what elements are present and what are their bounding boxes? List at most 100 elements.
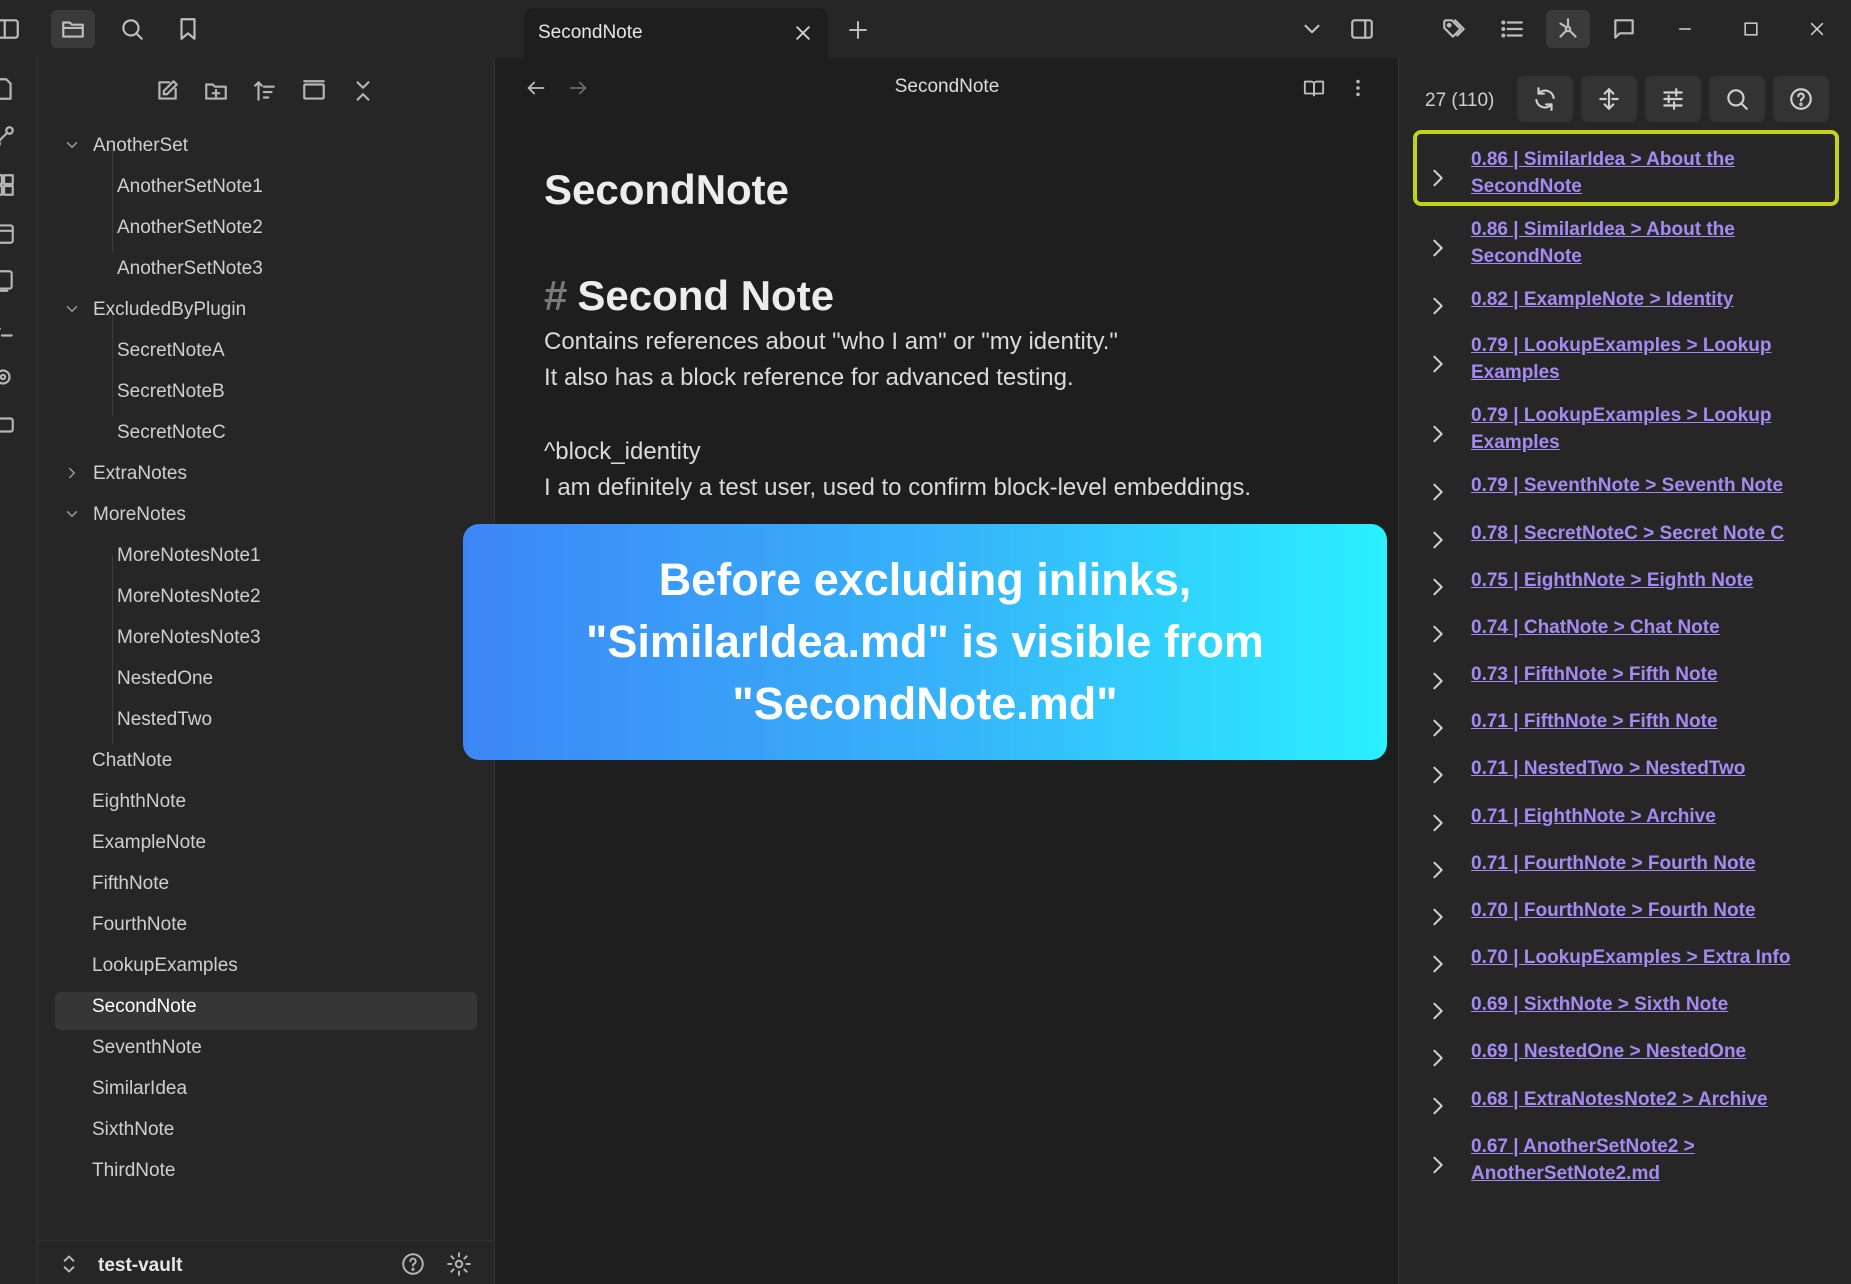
result-link[interactable]: 0.70 | FourthNote > Fourth Note (1471, 889, 1756, 924)
body-line[interactable]: I am definitely a test user, used to con… (544, 474, 1251, 502)
new-tab-icon[interactable] (842, 14, 874, 46)
chevron-down-icon[interactable] (1290, 10, 1334, 48)
tree-file[interactable]: AnotherSetNote2 (117, 210, 263, 246)
result-link[interactable]: 0.69 | NestedOne > NestedOne (1471, 1030, 1746, 1065)
tree-file[interactable]: SeventhNote (92, 1030, 202, 1066)
chevron-right-icon[interactable] (1427, 997, 1457, 1027)
result-item[interactable]: 0.71 | EighthNote > Archive (1427, 795, 1837, 839)
outline-icon[interactable] (1490, 10, 1534, 48)
panel-icon[interactable] (0, 412, 20, 442)
heading-1[interactable]: # Second Note (544, 272, 834, 320)
chevron-right-icon[interactable] (1427, 292, 1457, 322)
tree-file[interactable]: EighthNote (92, 784, 186, 820)
collapse-all-icon[interactable] (346, 74, 380, 108)
result-item[interactable]: 0.86 | SimilarIdea > About the SecondNot… (1427, 138, 1837, 200)
new-note-icon[interactable] (150, 74, 184, 108)
result-item[interactable]: 0.71 | NestedTwo > NestedTwo (1427, 747, 1837, 791)
chevron-right-icon[interactable] (1427, 856, 1457, 886)
chevron-down-icon[interactable] (63, 136, 83, 156)
refresh-icon[interactable] (1517, 76, 1573, 122)
search-icon[interactable] (110, 10, 154, 48)
result-link[interactable]: 0.67 | AnotherSetNote2 > AnotherSetNote2… (1471, 1125, 1837, 1187)
tree-file[interactable]: MoreNotesNote2 (117, 579, 261, 615)
tree-file[interactable]: SecretNoteC (117, 415, 226, 451)
chevron-right-icon[interactable] (63, 464, 83, 484)
tree-file[interactable]: MoreNotesNote3 (117, 620, 261, 656)
result-item[interactable]: 0.86 | SimilarIdea > About the SecondNot… (1427, 208, 1837, 270)
result-link[interactable]: 0.78 | SecretNoteC > Secret Note C (1471, 512, 1784, 547)
tree-file[interactable]: AnotherSetNote1 (117, 169, 263, 205)
chevron-right-icon[interactable] (1427, 420, 1457, 450)
tree-file[interactable]: SecretNoteA (117, 333, 225, 369)
chevron-right-icon[interactable] (1427, 350, 1457, 380)
result-item[interactable]: 0.70 | LookupExamples > Extra Info (1427, 936, 1837, 980)
result-link[interactable]: 0.86 | SimilarIdea > About the SecondNot… (1471, 208, 1837, 270)
tree-file[interactable]: ThirdNote (92, 1153, 175, 1189)
calendar-icon[interactable] (0, 220, 20, 250)
tree-file[interactable]: ExampleNote (92, 825, 206, 861)
auto-reveal-icon[interactable] (297, 74, 331, 108)
tree-file[interactable]: MoreNotesNote1 (117, 538, 261, 574)
chevron-right-icon[interactable] (1427, 761, 1457, 791)
chevron-down-icon[interactable] (63, 300, 83, 320)
tree-folder[interactable]: ExcludedByPlugin (63, 292, 246, 328)
chevron-right-icon[interactable] (1427, 1151, 1457, 1181)
close-tab-icon[interactable] (788, 18, 818, 48)
tree-folder[interactable]: MoreNotes (63, 497, 186, 533)
result-item[interactable]: 0.71 | FourthNote > Fourth Note (1427, 842, 1837, 886)
chevron-right-icon[interactable] (1427, 1092, 1457, 1122)
result-item[interactable]: 0.75 | EighthNote > Eighth Note (1427, 559, 1837, 603)
canvas-icon[interactable] (0, 172, 20, 202)
chevron-right-icon[interactable] (1427, 809, 1457, 839)
sort-icon[interactable] (248, 74, 282, 108)
help-icon[interactable] (400, 1251, 430, 1281)
files-icon[interactable] (51, 10, 95, 48)
tree-folder[interactable]: ExtraNotes (63, 456, 187, 492)
sidebar-toggle-icon[interactable] (0, 10, 30, 48)
result-item[interactable]: 0.67 | AnotherSetNote2 > AnotherSetNote2… (1427, 1125, 1837, 1187)
result-link[interactable]: 0.86 | SimilarIdea > About the SecondNot… (1471, 138, 1837, 200)
chevron-right-icon[interactable] (1427, 667, 1457, 697)
result-link[interactable]: 0.70 | LookupExamples > Extra Info (1471, 936, 1790, 971)
result-link[interactable]: 0.82 | ExampleNote > Identity (1471, 278, 1733, 313)
result-link[interactable]: 0.69 | SixthNote > Sixth Note (1471, 983, 1728, 1018)
chevron-right-icon[interactable] (1427, 478, 1457, 508)
chevron-down-icon[interactable] (63, 505, 83, 525)
graph-view-icon[interactable] (0, 124, 20, 154)
result-link[interactable]: 0.71 | FourthNote > Fourth Note (1471, 842, 1756, 877)
connections-icon[interactable] (0, 364, 20, 394)
result-link[interactable]: 0.75 | EighthNote > Eighth Note (1471, 559, 1753, 594)
tree-folder[interactable]: AnotherSet (63, 128, 188, 164)
chevron-right-icon[interactable] (1427, 903, 1457, 933)
result-item[interactable]: 0.79 | LookupExamples > Lookup Examples (1427, 324, 1837, 386)
terminal-icon[interactable] (0, 316, 20, 346)
result-link[interactable]: 0.68 | ExtraNotesNote2 > Archive (1471, 1078, 1768, 1113)
chevron-right-icon[interactable] (1427, 526, 1457, 556)
tree-file[interactable]: NestedOne (117, 661, 213, 697)
chevron-right-icon[interactable] (1427, 573, 1457, 603)
result-link[interactable]: 0.71 | EighthNote > Archive (1471, 795, 1716, 830)
result-link[interactable]: 0.79 | SeventhNote > Seventh Note (1471, 464, 1783, 499)
chevron-right-icon[interactable] (1427, 1044, 1457, 1074)
open-quick-switcher-icon[interactable] (0, 76, 20, 106)
result-link[interactable]: 0.73 | FifthNote > Fifth Note (1471, 653, 1718, 688)
vault-switcher-icon[interactable] (56, 1251, 86, 1281)
result-item[interactable]: 0.79 | SeventhNote > Seventh Note (1427, 464, 1837, 508)
chevron-right-icon[interactable] (1427, 950, 1457, 980)
chevron-right-icon[interactable] (1427, 714, 1457, 744)
templates-icon[interactable] (0, 268, 20, 298)
minimize-icon[interactable] (1662, 10, 1708, 48)
result-item[interactable]: 0.69 | NestedOne > NestedOne (1427, 1030, 1837, 1074)
tree-file[interactable]: SecretNoteB (117, 374, 225, 410)
tree-file[interactable]: AnotherSetNote3 (117, 251, 263, 287)
result-link[interactable]: 0.79 | LookupExamples > Lookup Examples (1471, 394, 1837, 456)
fold-unfold-icon[interactable] (1581, 76, 1637, 122)
result-link[interactable]: 0.79 | LookupExamples > Lookup Examples (1471, 324, 1837, 386)
reading-view-icon[interactable] (1298, 72, 1330, 104)
tree-file[interactable]: SimilarIdea (92, 1071, 187, 1107)
maximize-icon[interactable] (1728, 10, 1774, 48)
body-line[interactable]: ^block_identity (544, 438, 701, 466)
result-item[interactable]: 0.68 | ExtraNotesNote2 > Archive (1427, 1078, 1837, 1122)
more-options-icon[interactable] (1342, 72, 1374, 104)
tree-file[interactable]: SixthNote (92, 1112, 174, 1148)
